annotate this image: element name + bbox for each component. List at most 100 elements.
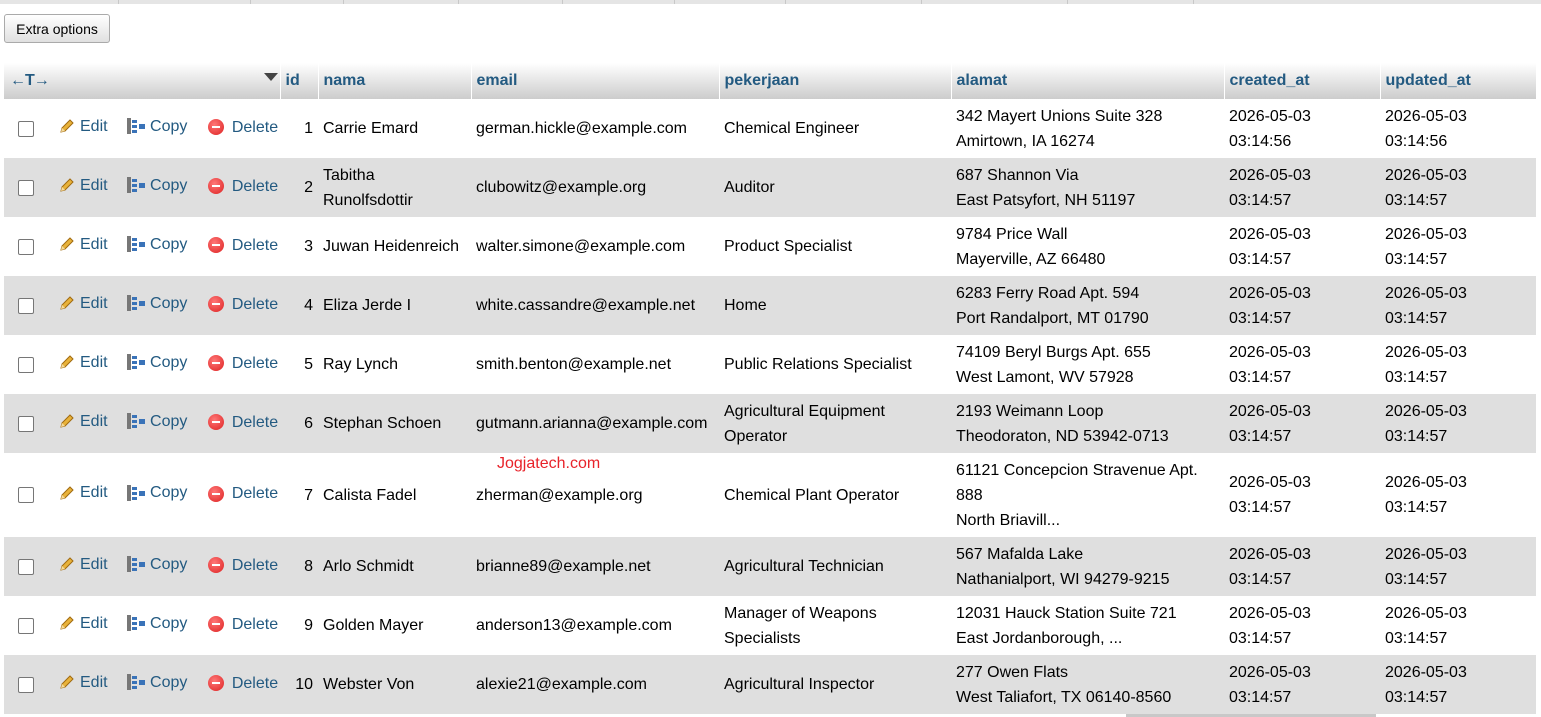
column-header-id[interactable]: id bbox=[280, 63, 319, 99]
pencil-icon bbox=[60, 237, 74, 251]
cell-pekerjaan: Agricultural Inspector bbox=[719, 655, 951, 714]
column-header-updated-at[interactable]: updated_at bbox=[1380, 63, 1537, 99]
cell-line: 03:14:57 bbox=[1229, 250, 1292, 268]
copy-link[interactable]: Copy bbox=[126, 350, 187, 375]
cell-email: clubowitz@example.org bbox=[471, 158, 719, 217]
edit-label: Edit bbox=[80, 176, 108, 194]
copy-link[interactable]: Copy bbox=[126, 611, 187, 636]
column-header-pekerjaan[interactable]: pekerjaan bbox=[719, 63, 952, 99]
cell-line: 2026-05-03 bbox=[1229, 402, 1311, 420]
row-checkbox[interactable] bbox=[18, 415, 34, 432]
column-header-nama[interactable]: nama bbox=[318, 63, 472, 99]
edit-link[interactable]: Edit bbox=[58, 409, 108, 434]
cell-nama: Carrie Emard bbox=[318, 99, 471, 158]
cell-line: Mayerville, AZ 66480 bbox=[956, 250, 1106, 268]
delete-link[interactable]: Delete bbox=[207, 481, 278, 506]
copy-link[interactable]: Copy bbox=[126, 291, 187, 316]
copy-link[interactable]: Copy bbox=[126, 173, 187, 198]
cell-updated-at: 2026-05-03 03:14:57 bbox=[1380, 655, 1536, 714]
cell-line: smith.benton@example.net bbox=[476, 356, 672, 373]
row-checkbox[interactable] bbox=[18, 179, 34, 196]
copy-icon bbox=[127, 177, 146, 194]
delete-link[interactable]: Delete bbox=[207, 233, 279, 258]
row-checkbox[interactable] bbox=[18, 558, 34, 575]
cell-line: West Lamont, WV 57928 bbox=[956, 368, 1134, 386]
cell-line: Runolfsdottir bbox=[323, 191, 413, 209]
cell-email: anderson13@example.com bbox=[471, 596, 719, 655]
copy-link[interactable]: Copy bbox=[126, 480, 187, 505]
row-select-cell bbox=[4, 276, 48, 335]
delete-link[interactable]: Delete bbox=[207, 292, 278, 317]
copy-link[interactable]: Copy bbox=[126, 232, 187, 257]
edit-link[interactable]: Edit bbox=[58, 350, 108, 375]
delete-link[interactable]: Delete bbox=[207, 671, 278, 696]
cell-line: 2026-05-03 bbox=[1229, 166, 1311, 184]
cell-pekerjaan: Home bbox=[719, 276, 951, 335]
cell-updated-at: 2026-05-03 03:14:57 bbox=[1380, 158, 1536, 217]
copy-link[interactable]: Copy bbox=[126, 409, 187, 434]
extra-options-button[interactable]: Extra options bbox=[4, 14, 110, 43]
cell-alamat: 12031 Hauck Station Suite 721 East Jordan… bbox=[951, 596, 1224, 655]
cell-line: 03:14:57 bbox=[1385, 427, 1448, 445]
cell-line: 2026-05-03 bbox=[1385, 284, 1467, 302]
row-checkbox[interactable] bbox=[18, 676, 34, 693]
row-checkbox[interactable] bbox=[18, 356, 34, 373]
column-resize-arrows-icon[interactable]: ←T→ bbox=[10, 72, 50, 89]
cell-line: 2026-05-03 bbox=[1385, 107, 1467, 125]
row-select-cell bbox=[4, 655, 48, 714]
row-actions: Edit Copy Delete bbox=[48, 394, 280, 453]
edit-link[interactable]: Edit bbox=[58, 291, 108, 316]
edit-link[interactable]: Edit bbox=[58, 611, 108, 636]
row-checkbox[interactable] bbox=[18, 617, 34, 634]
copy-link[interactable]: Copy bbox=[126, 670, 187, 695]
table-row: Edit Copy Delete 1 Carrie Emard german.h… bbox=[4, 99, 1536, 158]
row-actions: Edit Copy Delete bbox=[48, 537, 280, 596]
edit-link[interactable]: Edit bbox=[58, 670, 108, 695]
delete-link[interactable]: Delete bbox=[207, 553, 278, 578]
row-actions: Edit Copy Delete bbox=[48, 276, 280, 335]
table-row: Edit Copy Delete 10 Webster Von alexie21… bbox=[4, 655, 1536, 714]
cell-line: Public Relations Specialist bbox=[724, 356, 912, 373]
cell-line: clubowitz@example.org bbox=[476, 179, 647, 196]
copy-icon bbox=[127, 674, 146, 691]
edit-link[interactable]: Edit bbox=[58, 114, 108, 139]
cell-line: anderson13@example.com bbox=[476, 617, 672, 634]
row-checkbox[interactable] bbox=[18, 120, 34, 137]
edit-link[interactable]: Edit bbox=[58, 173, 108, 198]
delete-link[interactable]: Delete bbox=[207, 115, 278, 140]
cell-line: 03:14:56 bbox=[1229, 132, 1292, 150]
column-header-alamat[interactable]: alamat bbox=[951, 63, 1225, 99]
edit-link[interactable]: Edit bbox=[58, 232, 108, 257]
delete-link[interactable]: Delete bbox=[207, 410, 278, 435]
cell-updated-at: 2026-05-03 03:14:56 bbox=[1380, 99, 1536, 158]
cell-email: german.hickle@example.com bbox=[471, 99, 719, 158]
row-select-cell bbox=[4, 537, 48, 596]
cell-nama: Webster Von bbox=[318, 655, 471, 714]
cell-line: 2 bbox=[304, 179, 313, 196]
edit-link[interactable]: Edit bbox=[58, 552, 108, 577]
column-header-email[interactable]: email bbox=[471, 63, 720, 99]
row-checkbox[interactable] bbox=[18, 238, 34, 255]
delete-link[interactable]: Delete bbox=[207, 174, 278, 199]
copy-icon bbox=[127, 556, 146, 573]
copy-link[interactable]: Copy bbox=[126, 552, 187, 577]
copy-link[interactable]: Copy bbox=[126, 114, 187, 139]
row-checkbox[interactable] bbox=[18, 297, 34, 314]
edit-label: Edit bbox=[80, 235, 108, 253]
row-actions: Edit Copy Delete bbox=[48, 655, 280, 714]
cell-alamat: 74109 Beryl Burgs Apt. 655 West Lamont, W… bbox=[951, 335, 1224, 394]
column-header-created-at[interactable]: created_at bbox=[1224, 63, 1381, 99]
sort-dropdown-triangle-icon[interactable] bbox=[263, 73, 278, 81]
cell-line: 2026-05-03 bbox=[1385, 402, 1467, 420]
row-checkbox[interactable] bbox=[18, 487, 34, 504]
delete-link[interactable]: Delete bbox=[207, 612, 278, 637]
edit-label: Edit bbox=[80, 484, 108, 502]
cell-nama: Stephan Schoen bbox=[318, 394, 471, 453]
edit-link[interactable]: Edit bbox=[58, 480, 108, 505]
cell-pekerjaan: Agricultural Equipment Operator bbox=[719, 394, 951, 453]
delete-link[interactable]: Delete bbox=[207, 351, 278, 376]
row-actions: Edit Copy Delete bbox=[48, 596, 280, 655]
delete-label: Delete bbox=[231, 236, 279, 254]
cell-line: white.cassandre@example.net bbox=[476, 297, 696, 314]
cell-line: Carrie Emard bbox=[323, 120, 419, 137]
